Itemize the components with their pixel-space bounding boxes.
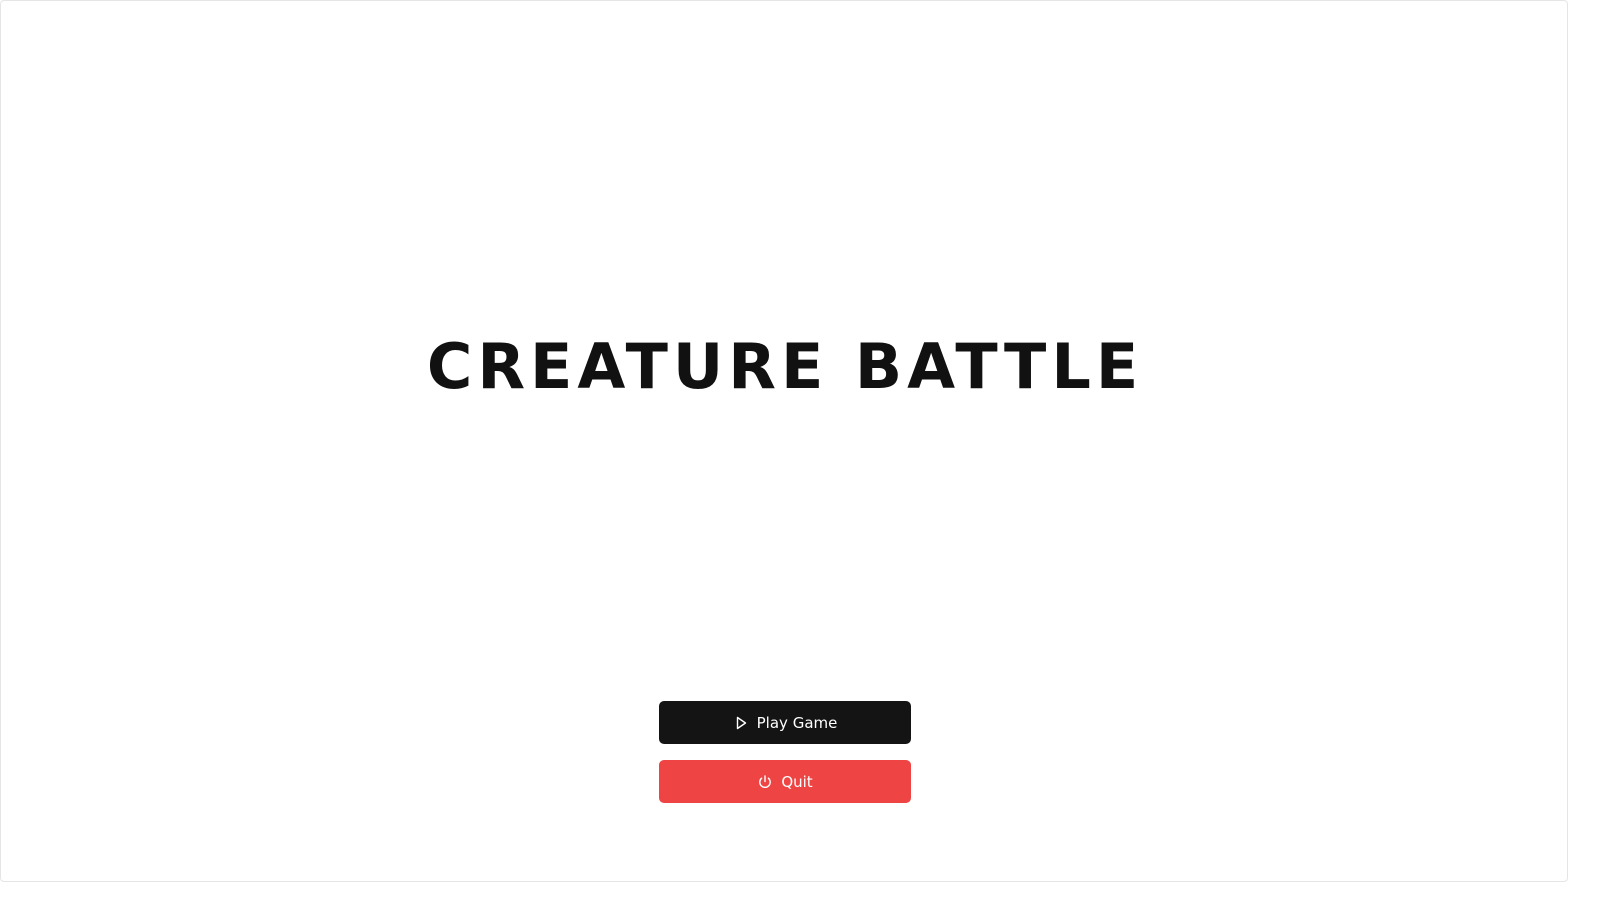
play-icon bbox=[733, 715, 749, 731]
quit-button[interactable]: Quit bbox=[659, 760, 911, 803]
play-game-button[interactable]: Play Game bbox=[659, 701, 911, 744]
game-title: CREATURE BATTLE bbox=[426, 330, 1144, 403]
power-icon bbox=[757, 774, 773, 790]
play-game-label: Play Game bbox=[756, 713, 838, 732]
quit-label: Quit bbox=[781, 772, 813, 791]
game-screen: CREATURE BATTLE Play Game Quit bbox=[0, 0, 1568, 882]
